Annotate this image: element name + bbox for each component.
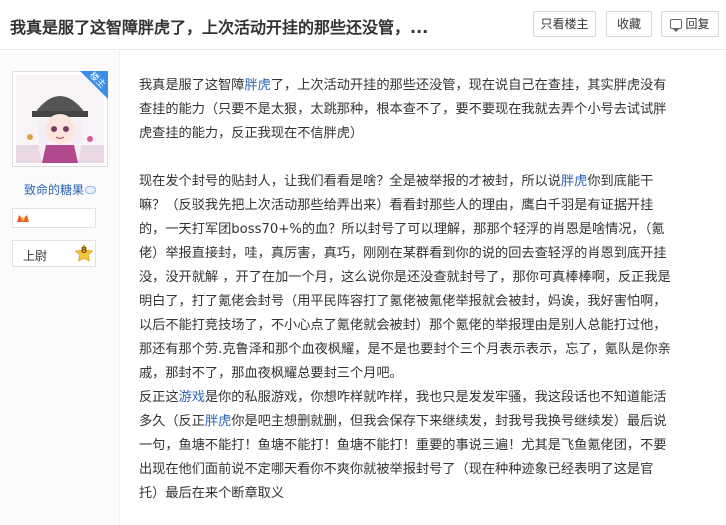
post-line: 我真是服了这智障胖虎了，上次活动开挂的那些还没管，现在说自己在查挂，其实胖虎没有 <box>139 74 705 98</box>
level-number: 8 <box>80 246 88 256</box>
favorite-button[interactable]: 收藏 <box>606 11 652 37</box>
post-text: 查挂的能力（只要不是太狠，太跳那种，根本查不了，要不要现在我就去弄个小号去试试胖 <box>139 102 667 117</box>
paragraph-1: 我真是服了这智障胖虎了，上次活动开挂的那些还没管，现在说自己在查挂，其实胖虎没有… <box>139 74 705 146</box>
post-text: 我真是服了这智障 <box>139 78 245 93</box>
paragraph-2: 现在发个封号的贴封人，让我们看看是啥？全是被举报的才被封，所以说胖虎你到底能干嘛… <box>139 170 705 506</box>
post-line: 反正这游戏是你的私服游戏，你想咋样就咋样，我也只是发发牢骚，我这段话也不知道能活 <box>139 386 705 410</box>
post-line: 查挂的能力（只要不是太狠，太跳那种，根本查不了，要不要现在我就去弄个小号去试试胖 <box>139 98 705 122</box>
reply-icon <box>670 19 683 32</box>
post-text: 的，一天打军团boss70+%的血？所以封号了可以理解，那那个轻浮的肖恩是啥情况… <box>139 222 665 237</box>
post-line: 托）最后在来个断章取义 <box>139 482 705 506</box>
post-line: 佬）举报直接封，哇，真厉害，真巧，刚刚在某群看到你的说的回去查轻浮的肖恩到底开挂 <box>139 242 705 266</box>
post-text: 了，上次活动开挂的那些还没管，现在说自己在查挂，其实胖虎没有 <box>270 78 667 93</box>
post-line: 那还有那个劳.克鲁泽和那个血夜枫耀，是不是也要封个三个月表示表示，忘了，氪队是你… <box>139 338 705 362</box>
post-text: 明白了，打了氪佬会封号（用平民阵容打了氪佬被氪佬举报就会被封，妈诶，我好害怕啊， <box>139 294 667 309</box>
post-text: 嘛？（反驳我先把上次活动那些给弄出来）看看封那些人的理由，鹰白千羽是有证据开挂 <box>139 198 654 213</box>
post-line: 现在发个封号的贴封人，让我们看看是啥？全是被举报的才被封，所以说胖虎你到底能干 <box>139 170 705 194</box>
author-sidebar: 楼主 致命的糖果 上尉 8 <box>0 51 120 525</box>
keyword-link[interactable]: 胖虎 <box>205 414 231 429</box>
post-text: 反正这 <box>139 390 179 405</box>
keyword-link[interactable]: 游戏 <box>179 390 205 405</box>
post-line: 的，一天打军团boss70+%的血？所以封号了可以理解，那那个轻浮的肖恩是啥情况… <box>139 218 705 242</box>
post-text: 戚，那封不了，那血夜枫耀总要封三个月吧。 <box>139 366 403 381</box>
post-text: 是你的私服游戏，你想咋样就咋样，我也只是发发牢骚，我这段话也不知道能活 <box>204 390 667 405</box>
level-title: 上尉 <box>23 249 48 263</box>
reply-label: 回复 <box>685 17 710 31</box>
thread-title: 我真是服了这智障胖虎了，上次活动开挂的那些还没管，... <box>10 18 429 37</box>
reply-button[interactable]: 回复 <box>661 11 719 37</box>
post-text: 你是吧主想删就删，但我会保存下来继续发，封我号我换号继续发）最后说 <box>231 414 667 429</box>
post-text: 虎查挂的能力，反正我现在不信胖虎） <box>139 126 364 141</box>
post-line: 戚，那封不了，那血夜枫耀总要封三个月吧。 <box>139 362 705 386</box>
username-link[interactable]: 致命的糖果 <box>0 181 120 198</box>
thread-header: 我真是服了这智障胖虎了，上次活动开挂的那些还没管，... 只看楼主 收藏 回复 <box>0 0 726 50</box>
post-line: 以后不能打竞技场了，不小心点了氪佬就会被封）那个氪佬的举报理由是别人总能打过他， <box>139 314 705 338</box>
medal-box <box>12 208 96 228</box>
post-text: 你到底能干 <box>587 174 654 189</box>
post-text: 出现在他们面前说不定哪天看你不爽你就被举报封号了（现在种种迹象已经表明了这是官 <box>139 462 654 477</box>
post-text: 现在发个封号的贴封人，让我们看看是啥？全是被举报的才被封，所以说 <box>139 174 561 189</box>
post-text: 一句，鱼塘不能打！鱼塘不能打！鱼塘不能打！重要的事说三遍！尤其是飞鱼氪佬团，不要 <box>139 438 667 453</box>
medal-icon <box>17 215 29 222</box>
post-text: 以后不能打竞技场了，不小心点了氪佬就会被封）那个氪佬的举报理由是别人总能打过他， <box>139 318 667 333</box>
post-line: 虎查挂的能力，反正我现在不信胖虎） <box>139 122 705 146</box>
vip-icon <box>85 186 96 194</box>
post-text: 那还有那个劳.克鲁泽和那个血夜枫耀，是不是也要封个三个月表示表示，忘了，氪队是你… <box>139 342 671 357</box>
keyword-link[interactable]: 胖虎 <box>561 174 587 189</box>
post-line: 出现在他们面前说不定哪天看你不爽你就被举报封号了（现在种种迹象已经表明了这是官 <box>139 458 705 482</box>
keyword-link[interactable]: 胖虎 <box>245 78 271 93</box>
post-line: 嘛？（反驳我先把上次活动那些给弄出来）看看封那些人的理由，鹰白千羽是有证据开挂 <box>139 194 705 218</box>
post-text: 托）最后在来个断章取义 <box>139 486 285 501</box>
post-text: 佬）举报直接封，哇，真厉害，真巧，刚刚在某群看到你的说的回去查轻浮的肖恩到底开挂 <box>139 246 667 261</box>
host-badge: 楼主 <box>80 71 108 99</box>
post-text: 多久（反正 <box>139 414 205 429</box>
username: 致命的糖果 <box>23 183 84 197</box>
post-text: 没，没开就解 ，开了在加一个月，这么说你是还没查就封号了，那你可真棒棒啊，反正我… <box>139 270 671 285</box>
post-line: 明白了，打了氪佬会封号（用平民阵容打了氪佬被氪佬举报就会被封，妈诶，我好害怕啊， <box>139 290 705 314</box>
level-box: 上尉 8 <box>12 240 96 267</box>
post-line: 多久（反正胖虎你是吧主想删就删，但我会保存下来继续发，封我号我换号继续发）最后说 <box>139 410 705 434</box>
post-line: 一句，鱼塘不能打！鱼塘不能打！鱼塘不能打！重要的事说三遍！尤其是飞鱼氪佬团，不要 <box>139 434 705 458</box>
post-line: 没，没开就解 ，开了在加一个月，这么说你是还没查就封号了，那你可真棒棒啊，反正我… <box>139 266 705 290</box>
only-host-button[interactable]: 只看楼主 <box>533 11 596 37</box>
post-content: 我真是服了这智障胖虎了，上次活动开挂的那些还没管，现在说自己在查挂，其实胖虎没有… <box>139 74 705 506</box>
